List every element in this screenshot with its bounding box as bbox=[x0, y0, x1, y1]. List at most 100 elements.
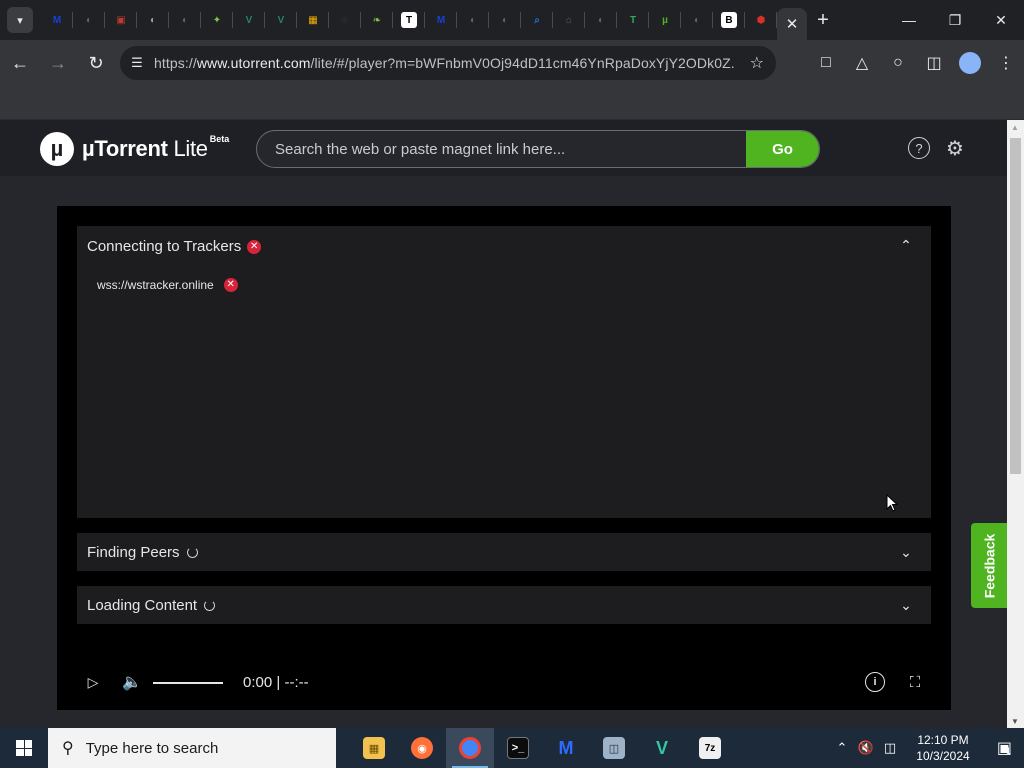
browser-tab[interactable]: ⌂ bbox=[553, 0, 585, 40]
chevron-down-icon[interactable]: ⌄ bbox=[897, 543, 915, 561]
browser-tab[interactable]: ◐ bbox=[489, 0, 521, 40]
close-window-icon[interactable]: ✕ bbox=[978, 0, 1024, 40]
active-tab[interactable]: ✕ bbox=[777, 8, 807, 40]
browser-tab[interactable]: ◐ bbox=[457, 0, 489, 40]
bank-tab-icon: ⌂ bbox=[565, 14, 573, 26]
browser-tab[interactable]: ⬢ bbox=[745, 0, 777, 40]
new-tab-button[interactable]: + bbox=[807, 0, 839, 40]
scrollbar-thumb[interactable] bbox=[1010, 138, 1021, 474]
panel-title: Loading Content bbox=[87, 597, 198, 614]
7zip-taskbar-icon[interactable]: 7z bbox=[686, 728, 734, 768]
chevron-up-tray-icon[interactable]: ⌃ bbox=[830, 740, 854, 756]
bookmark-star-icon[interactable]: ☆ bbox=[750, 53, 764, 73]
v-app-taskbar-icon[interactable]: V bbox=[638, 728, 686, 768]
scroll-up-arrow-icon[interactable]: ▲ bbox=[1011, 123, 1019, 132]
player-controls: ▷ 🔈 0:00 | --:-- i ⛶ bbox=[57, 646, 951, 710]
volume-icon[interactable]: 🔈 bbox=[121, 673, 143, 691]
terminal-taskbar-icon[interactable]: >_ bbox=[494, 728, 542, 768]
chrome-taskbar-icon[interactable] bbox=[446, 728, 494, 768]
globe-tab-icon: ◐ bbox=[149, 14, 157, 26]
volume-slider[interactable] bbox=[153, 682, 223, 684]
tt-green-tab-icon: T bbox=[629, 14, 637, 26]
browser-tab[interactable]: ◐ bbox=[73, 0, 105, 40]
reload-icon[interactable]: ↻ bbox=[78, 45, 114, 81]
malwarebytes-taskbar-icon[interactable]: M bbox=[542, 728, 590, 768]
close-tab-icon[interactable]: ✕ bbox=[786, 15, 799, 33]
panel-title: Finding Peers bbox=[87, 544, 180, 561]
browser-tab[interactable]: ✦ bbox=[201, 0, 233, 40]
system-clock[interactable]: 12:10 PM 10/3/2024 bbox=[902, 732, 984, 764]
video-player: Connecting to Trackers ✕ ⌃ wss://wstrack… bbox=[57, 206, 951, 710]
search-icon: ⚲ bbox=[62, 740, 74, 757]
tracker-url: wss://wstracker.online bbox=[97, 278, 214, 292]
file-explorer-taskbar-icon[interactable]: ▦ bbox=[350, 728, 398, 768]
browser-tab[interactable]: ▣ bbox=[105, 0, 137, 40]
tab-search-button[interactable]: ▾ bbox=[7, 7, 33, 33]
page-scrollbar[interactable]: ▲ ▼ bbox=[1007, 120, 1024, 728]
github-tab-icon: ◉ bbox=[340, 14, 350, 26]
panel-finding-peers[interactable]: Finding Peers ⌄ bbox=[77, 533, 931, 571]
browser-tab[interactable]: ▦ bbox=[297, 0, 329, 40]
browser-tab[interactable]: M bbox=[425, 0, 457, 40]
browser-tab[interactable]: ◐ bbox=[169, 0, 201, 40]
beta-badge: Beta bbox=[209, 134, 230, 144]
settings-gear-icon[interactable]: ⚙ bbox=[944, 137, 966, 160]
chevron-up-icon[interactable]: ⌃ bbox=[897, 236, 915, 254]
windows-start-button[interactable] bbox=[0, 728, 48, 768]
extension-circle-icon[interactable]: ○ bbox=[880, 45, 916, 81]
info-icon[interactable]: i bbox=[865, 672, 885, 692]
browser-tab[interactable]: T bbox=[617, 0, 649, 40]
feedback-button[interactable]: Feedback bbox=[971, 523, 1007, 608]
speaker-muted-icon[interactable]: 🔇 bbox=[854, 740, 878, 756]
search-tab-icon: ⌕ bbox=[534, 14, 540, 26]
browser-tab[interactable]: ◉ bbox=[329, 0, 361, 40]
fullscreen-icon[interactable]: ⛶ bbox=[905, 672, 925, 692]
go-button[interactable]: Go bbox=[746, 131, 819, 167]
browser-tab[interactable]: ⌕ bbox=[521, 0, 553, 40]
browser-tab[interactable]: T bbox=[393, 0, 425, 40]
toolbar-actions: □ △ ○ ◫ ⋮ bbox=[808, 40, 1024, 86]
url-text[interactable]: https://www.utorrent.com/lite/#/player?m… bbox=[154, 55, 734, 71]
browser-toolbar: ← → ↻ ☰ https://www.utorrent.com/lite/#/… bbox=[0, 40, 1024, 86]
profile-avatar-icon[interactable] bbox=[959, 52, 981, 74]
browser-tab[interactable]: M bbox=[41, 0, 73, 40]
restore-icon[interactable]: ❐ bbox=[932, 0, 978, 40]
taskbar-search-box[interactable]: ⚲ Type here to search bbox=[48, 728, 336, 768]
network-monitor-icon[interactable]: ◫ bbox=[878, 740, 902, 756]
browser-tab[interactable]: ◐ bbox=[681, 0, 713, 40]
chevron-down-icon[interactable]: ⌄ bbox=[897, 596, 915, 614]
scroll-down-arrow-icon[interactable]: ▼ bbox=[1011, 717, 1019, 726]
panel-header-loading-content: Loading Content bbox=[87, 597, 216, 614]
panel-header-connecting-trackers[interactable]: Connecting to Trackers ✕ bbox=[87, 238, 262, 255]
menu-dots-icon[interactable]: ⋮ bbox=[988, 45, 1024, 81]
magnet-search-input[interactable] bbox=[257, 131, 747, 167]
extensions-puzzle-icon[interactable]: □ bbox=[808, 45, 844, 81]
total-time: --:-- bbox=[284, 674, 309, 691]
shield-tab-icon: ⬢ bbox=[756, 14, 766, 26]
browser-tab[interactable]: ◐ bbox=[585, 0, 617, 40]
globe-tab-icon: ◐ bbox=[501, 14, 509, 26]
forward-arrow-icon[interactable]: → bbox=[40, 45, 76, 81]
browser-tab[interactable]: V bbox=[265, 0, 297, 40]
firefox-taskbar-icon[interactable]: ◉ bbox=[398, 728, 446, 768]
back-arrow-icon[interactable]: ← bbox=[2, 45, 38, 81]
labs-flask-icon[interactable]: △ bbox=[844, 45, 880, 81]
site-info-icon[interactable]: ☰ bbox=[120, 55, 154, 71]
browser-tab[interactable]: ❧ bbox=[361, 0, 393, 40]
minimize-icon[interactable]: — bbox=[886, 0, 932, 40]
browser-tab[interactable]: µ bbox=[649, 0, 681, 40]
play-icon[interactable]: ▷ bbox=[85, 674, 101, 690]
notification-center-icon[interactable]: ▣ 1 bbox=[984, 738, 1024, 758]
utorrent-logo[interactable]: µ µTorrent Lite Beta bbox=[40, 132, 229, 166]
panel-loading-content[interactable]: Loading Content ⌄ bbox=[77, 586, 931, 624]
network-taskbar-icon[interactable]: ◫ bbox=[590, 728, 638, 768]
browser-tab[interactable]: ◐ bbox=[137, 0, 169, 40]
help-icon[interactable]: ? bbox=[908, 137, 930, 159]
photo-tab-icon: ▣ bbox=[116, 14, 126, 26]
browser-tab[interactable]: V bbox=[233, 0, 265, 40]
side-panel-icon[interactable]: ◫ bbox=[916, 45, 952, 81]
browser-tab[interactable]: B bbox=[713, 0, 745, 40]
utorrent-lite-page: µ µTorrent Lite Beta Go ? ⚙ Connecting t… bbox=[0, 120, 1007, 728]
leaf-tab-icon: ❧ bbox=[372, 14, 382, 26]
address-bar[interactable]: ☰ https://www.utorrent.com/lite/#/player… bbox=[120, 46, 776, 80]
